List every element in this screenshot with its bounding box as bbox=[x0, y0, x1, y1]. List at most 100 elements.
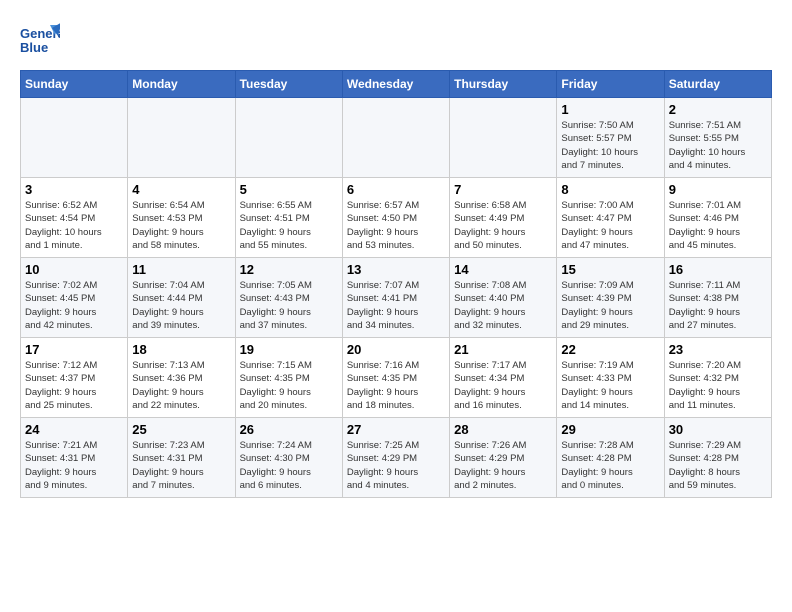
day-info: Sunrise: 7:15 AM Sunset: 4:35 PM Dayligh… bbox=[240, 359, 338, 412]
calendar-cell: 20 Sunrise: 7:16 AM Sunset: 4:35 PM Dayli… bbox=[342, 338, 449, 418]
day-info: Sunrise: 7:09 AM Sunset: 4:39 PM Dayligh… bbox=[561, 279, 659, 332]
calendar-cell bbox=[342, 98, 449, 178]
header: General Blue bbox=[20, 20, 772, 60]
day-info: Sunrise: 7:29 AM Sunset: 4:28 PM Dayligh… bbox=[669, 439, 767, 492]
calendar-cell: 9 Sunrise: 7:01 AM Sunset: 4:46 PM Daylig… bbox=[664, 178, 771, 258]
calendar-table: SundayMondayTuesdayWednesdayThursdayFrid… bbox=[20, 70, 772, 498]
day-info: Sunrise: 7:05 AM Sunset: 4:43 PM Dayligh… bbox=[240, 279, 338, 332]
day-number: 16 bbox=[669, 262, 767, 277]
day-info: Sunrise: 6:55 AM Sunset: 4:51 PM Dayligh… bbox=[240, 199, 338, 252]
calendar-cell: 21 Sunrise: 7:17 AM Sunset: 4:34 PM Dayli… bbox=[450, 338, 557, 418]
day-info: Sunrise: 7:17 AM Sunset: 4:34 PM Dayligh… bbox=[454, 359, 552, 412]
calendar-cell: 27Sunrise: 7:25 AM Sunset: 4:29 PM Dayli… bbox=[342, 418, 449, 498]
day-info: Sunrise: 7:28 AM Sunset: 4:28 PM Dayligh… bbox=[561, 439, 659, 492]
calendar-week-row: 1 Sunrise: 7:50 AM Sunset: 5:57 PM Daylig… bbox=[21, 98, 772, 178]
day-info: Sunrise: 6:57 AM Sunset: 4:50 PM Dayligh… bbox=[347, 199, 445, 252]
logo: General Blue bbox=[20, 20, 64, 60]
weekday-header: Friday bbox=[557, 71, 664, 98]
day-info: Sunrise: 6:58 AM Sunset: 4:49 PM Dayligh… bbox=[454, 199, 552, 252]
calendar-week-row: 10 Sunrise: 7:02 AM Sunset: 4:45 PM Dayli… bbox=[21, 258, 772, 338]
day-number: 26 bbox=[240, 422, 338, 437]
day-number: 12 bbox=[240, 262, 338, 277]
calendar-cell bbox=[21, 98, 128, 178]
day-number: 8 bbox=[561, 182, 659, 197]
day-number: 1 bbox=[561, 102, 659, 117]
calendar-cell: 30 Sunrise: 7:29 AM Sunset: 4:28 PM Dayli… bbox=[664, 418, 771, 498]
day-info: Sunrise: 7:23 AM Sunset: 4:31 PM Dayligh… bbox=[132, 439, 230, 492]
weekday-header: Tuesday bbox=[235, 71, 342, 98]
calendar-cell: 19 Sunrise: 7:15 AM Sunset: 4:35 PM Dayli… bbox=[235, 338, 342, 418]
calendar-cell: 28Sunrise: 7:26 AM Sunset: 4:29 PM Dayli… bbox=[450, 418, 557, 498]
day-number: 4 bbox=[132, 182, 230, 197]
day-info: Sunrise: 7:00 AM Sunset: 4:47 PM Dayligh… bbox=[561, 199, 659, 252]
calendar-cell bbox=[450, 98, 557, 178]
weekday-header: Monday bbox=[128, 71, 235, 98]
day-number: 9 bbox=[669, 182, 767, 197]
calendar-cell: 23 Sunrise: 7:20 AM Sunset: 4:32 PM Dayli… bbox=[664, 338, 771, 418]
day-info: Sunrise: 7:01 AM Sunset: 4:46 PM Dayligh… bbox=[669, 199, 767, 252]
day-number: 14 bbox=[454, 262, 552, 277]
calendar-week-row: 24 Sunrise: 7:21 AM Sunset: 4:31 PM Dayli… bbox=[21, 418, 772, 498]
day-number: 20 bbox=[347, 342, 445, 357]
day-info: Sunrise: 7:12 AM Sunset: 4:37 PM Dayligh… bbox=[25, 359, 123, 412]
day-number: 5 bbox=[240, 182, 338, 197]
day-number: 3 bbox=[25, 182, 123, 197]
calendar-cell: 18 Sunrise: 7:13 AM Sunset: 4:36 PM Dayli… bbox=[128, 338, 235, 418]
day-number: 6 bbox=[347, 182, 445, 197]
calendar-cell: 25 Sunrise: 7:23 AM Sunset: 4:31 PM Dayli… bbox=[128, 418, 235, 498]
day-info: Sunrise: 7:51 AM Sunset: 5:55 PM Dayligh… bbox=[669, 119, 767, 172]
day-info: Sunrise: 7:07 AM Sunset: 4:41 PM Dayligh… bbox=[347, 279, 445, 332]
day-info: Sunrise: 7:21 AM Sunset: 4:31 PM Dayligh… bbox=[25, 439, 123, 492]
day-number: 25 bbox=[132, 422, 230, 437]
day-info: Sunrise: 7:50 AM Sunset: 5:57 PM Dayligh… bbox=[561, 119, 659, 172]
day-info: Sunrise: 7:16 AM Sunset: 4:35 PM Dayligh… bbox=[347, 359, 445, 412]
day-info: Sunrise: 7:19 AM Sunset: 4:33 PM Dayligh… bbox=[561, 359, 659, 412]
day-info: Sunrise: 7:04 AM Sunset: 4:44 PM Dayligh… bbox=[132, 279, 230, 332]
calendar-cell: 17Sunrise: 7:12 AM Sunset: 4:37 PM Dayli… bbox=[21, 338, 128, 418]
calendar-cell: 13 Sunrise: 7:07 AM Sunset: 4:41 PM Dayli… bbox=[342, 258, 449, 338]
calendar-cell: 26 Sunrise: 7:24 AM Sunset: 4:30 PM Dayli… bbox=[235, 418, 342, 498]
day-number: 24 bbox=[25, 422, 123, 437]
logo-icon: General Blue bbox=[20, 20, 60, 60]
day-number: 19 bbox=[240, 342, 338, 357]
day-info: Sunrise: 7:13 AM Sunset: 4:36 PM Dayligh… bbox=[132, 359, 230, 412]
calendar-cell: 8 Sunrise: 7:00 AM Sunset: 4:47 PM Daylig… bbox=[557, 178, 664, 258]
day-number: 23 bbox=[669, 342, 767, 357]
day-info: Sunrise: 7:24 AM Sunset: 4:30 PM Dayligh… bbox=[240, 439, 338, 492]
day-number: 18 bbox=[132, 342, 230, 357]
weekday-header: Sunday bbox=[21, 71, 128, 98]
calendar-cell bbox=[235, 98, 342, 178]
calendar-cell: 5 Sunrise: 6:55 AM Sunset: 4:51 PM Daylig… bbox=[235, 178, 342, 258]
calendar-cell: 16 Sunrise: 7:11 AM Sunset: 4:38 PM Dayli… bbox=[664, 258, 771, 338]
calendar-cell: 7Sunrise: 6:58 AM Sunset: 4:49 PM Daylig… bbox=[450, 178, 557, 258]
calendar-cell: 6 Sunrise: 6:57 AM Sunset: 4:50 PM Daylig… bbox=[342, 178, 449, 258]
day-number: 11 bbox=[132, 262, 230, 277]
calendar-header: SundayMondayTuesdayWednesdayThursdayFrid… bbox=[21, 71, 772, 98]
day-number: 30 bbox=[669, 422, 767, 437]
calendar-cell: 22Sunrise: 7:19 AM Sunset: 4:33 PM Dayli… bbox=[557, 338, 664, 418]
calendar-cell: 24 Sunrise: 7:21 AM Sunset: 4:31 PM Dayli… bbox=[21, 418, 128, 498]
day-number: 21 bbox=[454, 342, 552, 357]
calendar-week-row: 3 Sunrise: 6:52 AM Sunset: 4:54 PM Daylig… bbox=[21, 178, 772, 258]
calendar-cell: 4Sunrise: 6:54 AM Sunset: 4:53 PM Daylig… bbox=[128, 178, 235, 258]
day-number: 28 bbox=[454, 422, 552, 437]
calendar-cell: 12 Sunrise: 7:05 AM Sunset: 4:43 PM Dayli… bbox=[235, 258, 342, 338]
calendar-cell: 3 Sunrise: 6:52 AM Sunset: 4:54 PM Daylig… bbox=[21, 178, 128, 258]
calendar-cell: 29 Sunrise: 7:28 AM Sunset: 4:28 PM Dayli… bbox=[557, 418, 664, 498]
calendar-cell: 15 Sunrise: 7:09 AM Sunset: 4:39 PM Dayli… bbox=[557, 258, 664, 338]
calendar-cell: 10 Sunrise: 7:02 AM Sunset: 4:45 PM Dayli… bbox=[21, 258, 128, 338]
day-info: Sunrise: 7:11 AM Sunset: 4:38 PM Dayligh… bbox=[669, 279, 767, 332]
day-info: Sunrise: 7:25 AM Sunset: 4:29 PM Dayligh… bbox=[347, 439, 445, 492]
calendar-cell bbox=[128, 98, 235, 178]
day-info: Sunrise: 6:52 AM Sunset: 4:54 PM Dayligh… bbox=[25, 199, 123, 252]
day-number: 2 bbox=[669, 102, 767, 117]
day-number: 29 bbox=[561, 422, 659, 437]
day-number: 10 bbox=[25, 262, 123, 277]
day-number: 15 bbox=[561, 262, 659, 277]
day-info: Sunrise: 7:20 AM Sunset: 4:32 PM Dayligh… bbox=[669, 359, 767, 412]
day-info: Sunrise: 7:02 AM Sunset: 4:45 PM Dayligh… bbox=[25, 279, 123, 332]
day-number: 13 bbox=[347, 262, 445, 277]
calendar-cell: 14 Sunrise: 7:08 AM Sunset: 4:40 PM Dayli… bbox=[450, 258, 557, 338]
day-info: Sunrise: 7:08 AM Sunset: 4:40 PM Dayligh… bbox=[454, 279, 552, 332]
svg-text:Blue: Blue bbox=[20, 40, 48, 55]
